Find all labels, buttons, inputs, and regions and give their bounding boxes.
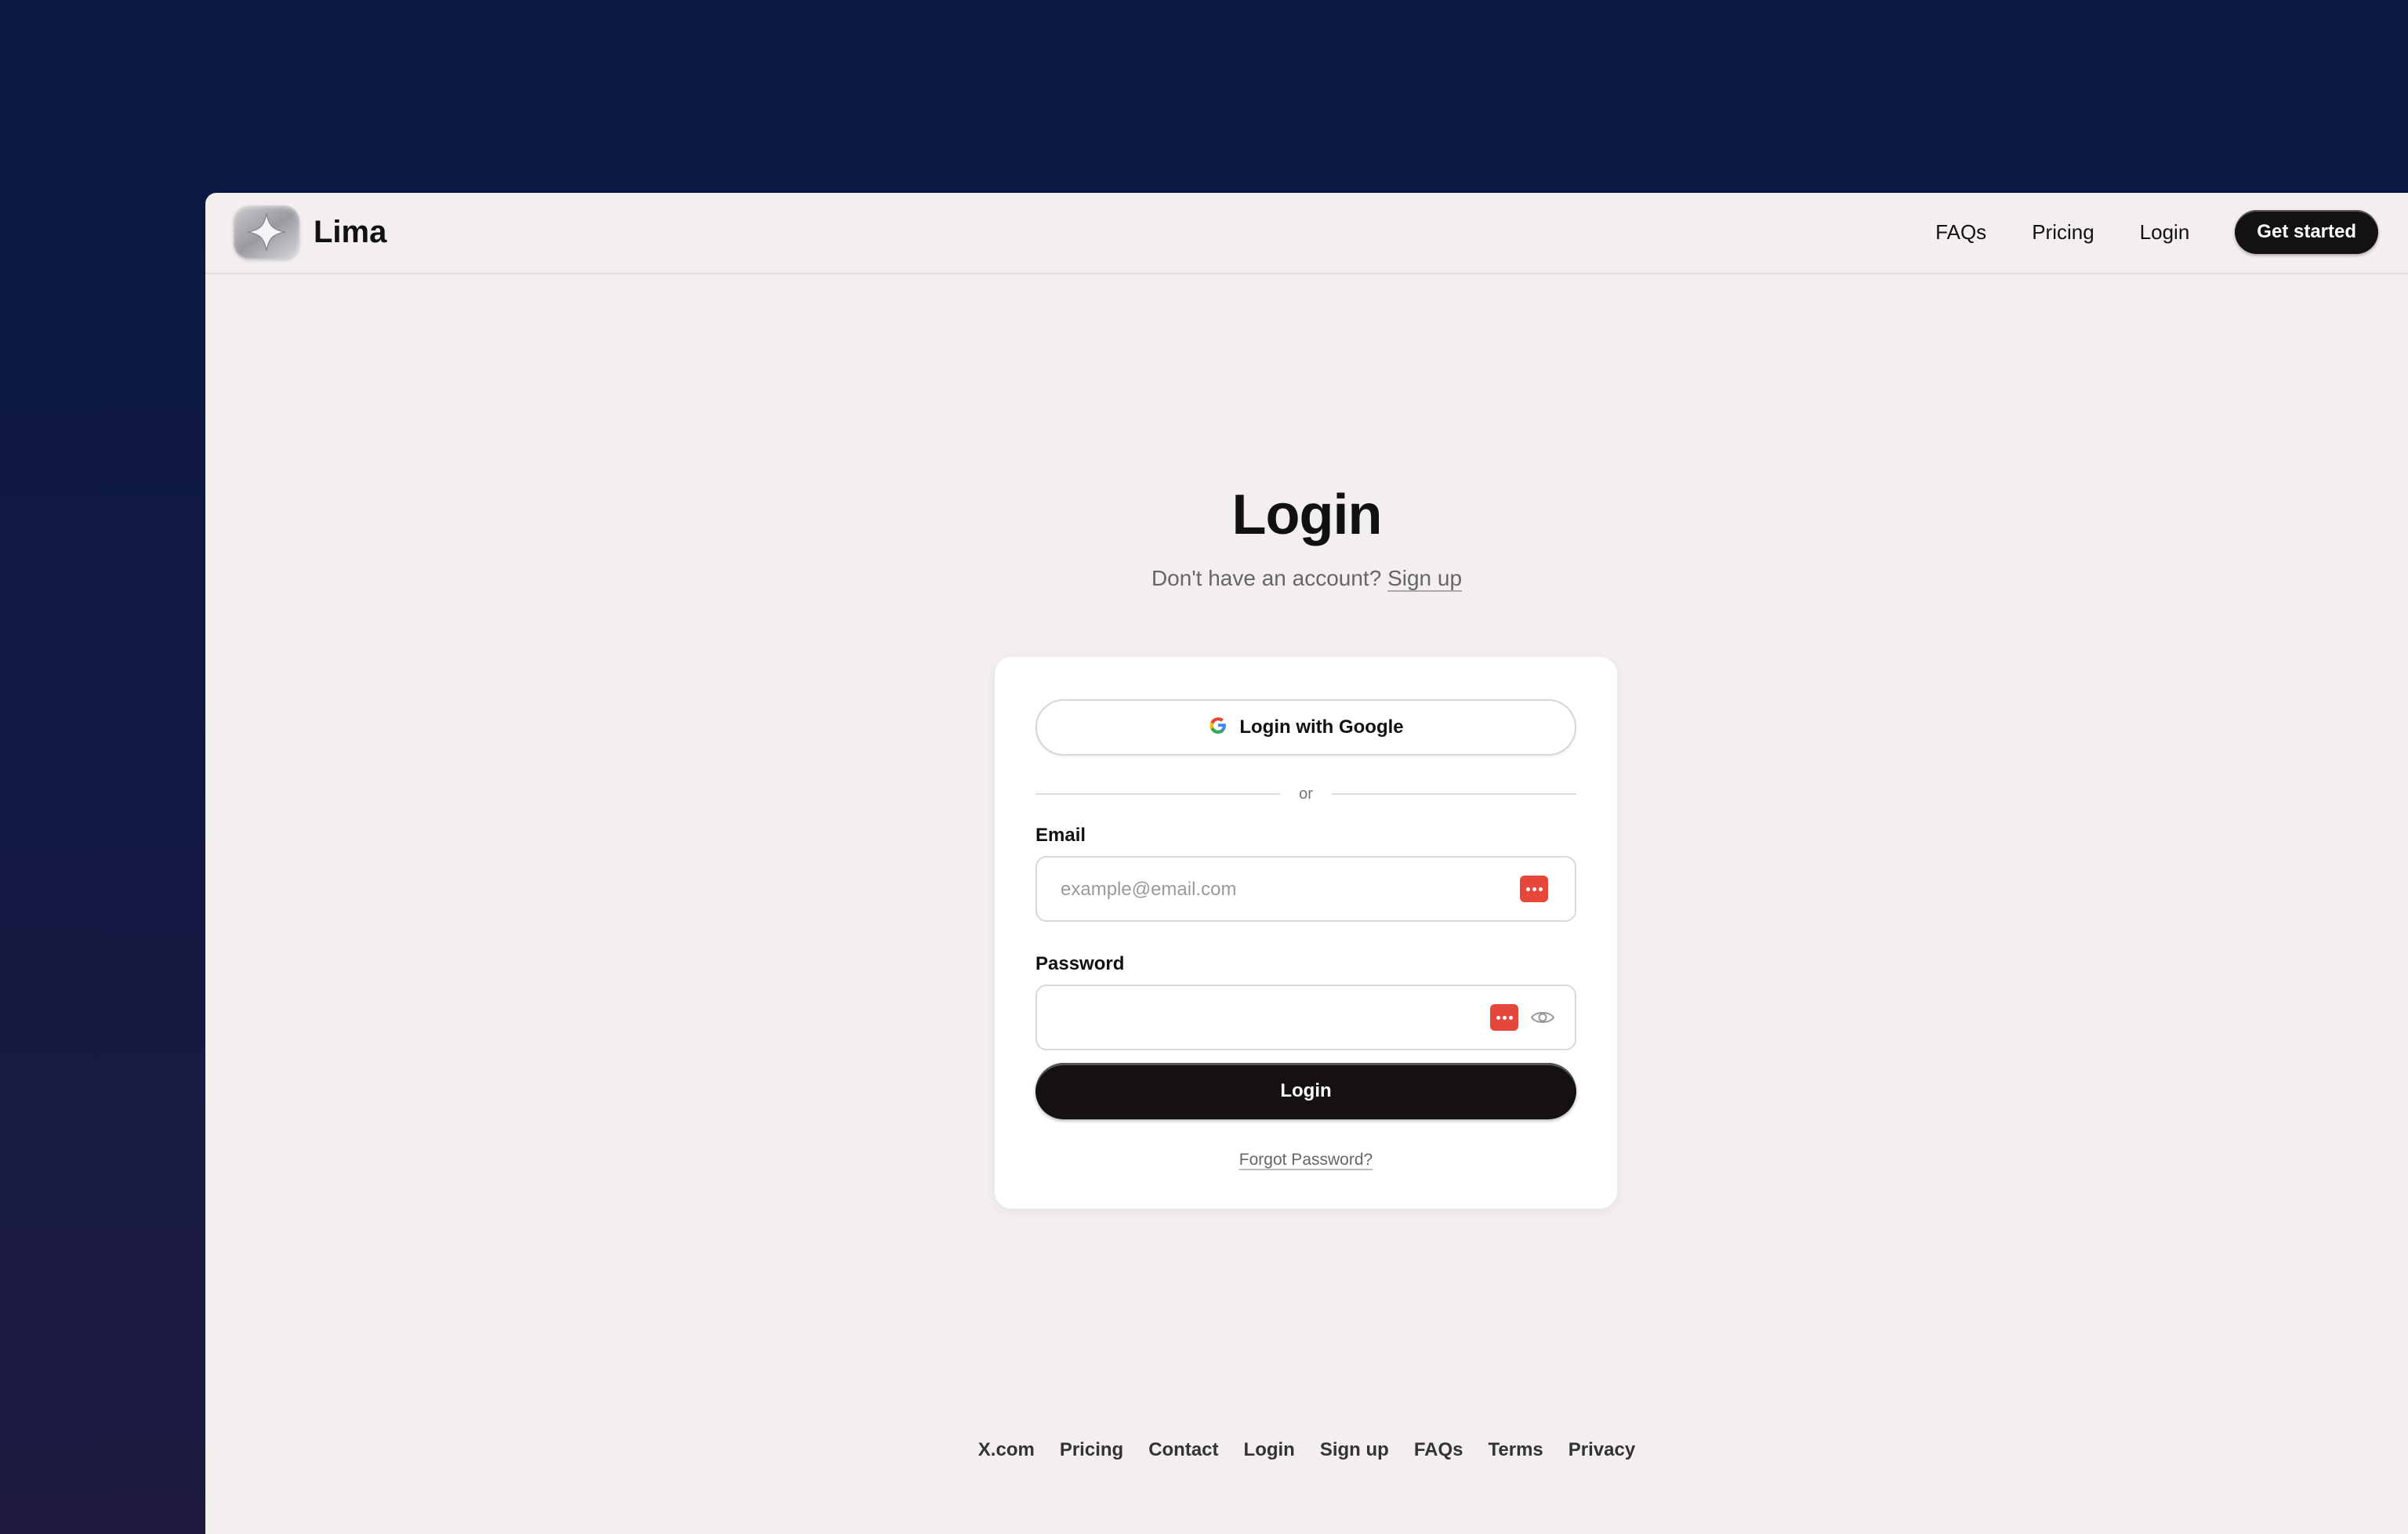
signup-link[interactable]: Sign up — [1387, 566, 1462, 590]
forgot-password-text[interactable]: Forgot Password? — [1239, 1151, 1373, 1169]
footer-link-pricing[interactable]: Pricing — [1060, 1439, 1123, 1461]
brand-name: Lima — [314, 214, 387, 249]
footer-link-terms[interactable]: Terms — [1489, 1439, 1543, 1461]
email-field-container — [1035, 856, 1576, 922]
nav-link-pricing[interactable]: Pricing — [2032, 220, 2094, 245]
browser-window: Lima FAQs Pricing Login Get started Logi… — [205, 193, 2408, 1534]
brand[interactable]: Lima — [234, 205, 386, 259]
divider-line-right — [1331, 793, 1577, 795]
forgot-password-link: Forgot Password? — [995, 1151, 1617, 1170]
nav-link-login[interactable]: Login — [2140, 220, 2190, 245]
nav-links: FAQs Pricing Login Get started — [1935, 210, 2378, 254]
password-label: Password — [1035, 953, 1125, 974]
google-login-label: Login with Google — [1239, 716, 1404, 738]
footer-link-login[interactable]: Login — [1244, 1439, 1295, 1461]
footer-link-privacy[interactable]: Privacy — [1568, 1439, 1635, 1461]
password-field[interactable] — [1059, 986, 1501, 1050]
signup-prompt: Don't have an account? Sign up — [205, 566, 2408, 591]
signup-prompt-text: Don't have an account? — [1151, 566, 1382, 590]
footer-link-faqs[interactable]: FAQs — [1414, 1439, 1463, 1461]
top-navbar: Lima FAQs Pricing Login Get started — [205, 193, 2408, 274]
nav-link-faqs[interactable]: FAQs — [1935, 220, 1986, 245]
password-manager-icon[interactable] — [1520, 876, 1548, 902]
footer-link-signup[interactable]: Sign up — [1320, 1439, 1389, 1461]
login-card: Login with Google or Email Password L — [995, 657, 1617, 1209]
or-divider: or — [1035, 782, 1577, 806]
login-submit-button[interactable]: Login — [1035, 1063, 1576, 1119]
password-manager-icon[interactable] — [1490, 1004, 1518, 1031]
email-label: Email — [1035, 825, 1086, 846]
divider-line-left — [1035, 793, 1281, 795]
get-started-button[interactable]: Get started — [2235, 210, 2378, 254]
footer-link-x[interactable]: X.com — [978, 1439, 1035, 1461]
footer-links: X.com Pricing Contact Login Sign up FAQs… — [205, 1439, 2408, 1461]
divider-or-text: or — [1299, 785, 1313, 803]
google-login-button[interactable]: Login with Google — [1035, 699, 1576, 756]
page-title: Login — [1231, 484, 1383, 546]
google-icon — [1208, 715, 1228, 741]
footer-link-contact[interactable]: Contact — [1148, 1439, 1218, 1461]
eye-icon[interactable] — [1529, 1004, 1556, 1031]
email-field[interactable] — [1059, 858, 1501, 922]
password-field-container — [1035, 985, 1576, 1050]
lima-logo-icon — [234, 205, 299, 259]
